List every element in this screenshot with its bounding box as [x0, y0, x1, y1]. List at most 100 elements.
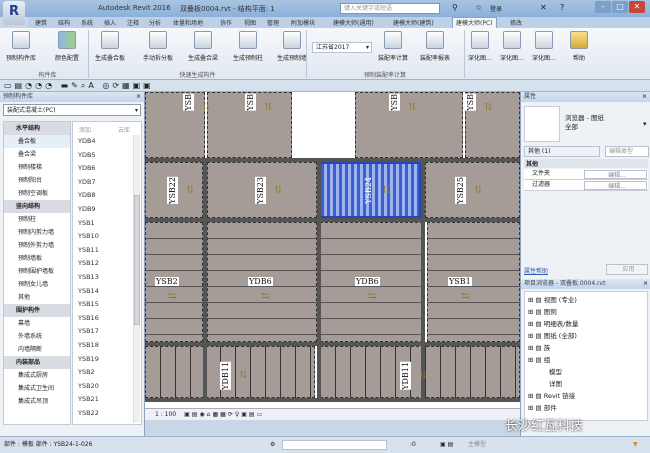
- tree-node[interactable]: ⊞ ▤ 族: [525, 342, 647, 354]
- tab-annotate[interactable]: 注释: [127, 18, 139, 27]
- list-item[interactable]: YSB1: [73, 217, 141, 231]
- properties-help-link[interactable]: 属性帮助: [524, 266, 548, 275]
- list-item[interactable]: YSB19: [73, 353, 141, 367]
- list-item[interactable]: YSB12: [73, 257, 141, 271]
- search-input[interactable]: 键入关键字或短语: [340, 3, 440, 14]
- list-item[interactable]: YSB14: [73, 285, 141, 299]
- category-item[interactable]: 集成式厨房: [4, 369, 70, 382]
- expand-icon[interactable]: ⊞ ▤: [528, 296, 544, 304]
- type-selector[interactable]: 浏览器 - 图纸 全部: [565, 114, 604, 132]
- tab-view[interactable]: 视图: [244, 18, 256, 27]
- minimize-button[interactable]: –: [595, 1, 611, 13]
- instance-filter[interactable]: 其他 (1): [524, 146, 600, 157]
- tree-node[interactable]: ⊞ ▤ 明细表/数量: [525, 318, 647, 330]
- category-item[interactable]: 预制外剪力墙: [4, 239, 70, 252]
- apply-button[interactable]: 应用: [606, 264, 648, 275]
- login-button[interactable]: 登录: [490, 4, 502, 13]
- category-item[interactable]: 预制墙板: [4, 252, 70, 265]
- category-item[interactable]: 内墙隔断: [4, 343, 70, 356]
- tab-manage[interactable]: 管理: [267, 18, 279, 27]
- close-button[interactable]: ✕: [629, 1, 645, 13]
- category-item[interactable]: 预制女儿墙: [4, 278, 70, 291]
- category-item[interactable]: 预制空调板: [4, 187, 70, 200]
- list-item[interactable]: YSB11: [73, 244, 141, 258]
- detail-drawing-button-1[interactable]: 深化图...: [468, 31, 492, 62]
- list-item[interactable]: YSB13: [73, 271, 141, 285]
- edit-button[interactable]: 编辑...: [584, 181, 647, 190]
- category-item[interactable]: 外墙系统: [4, 330, 70, 343]
- category-header[interactable]: 围护构件: [4, 304, 70, 317]
- tab-massing[interactable]: 体量和场地: [173, 18, 203, 27]
- category-item[interactable]: 叠合梁: [4, 148, 70, 161]
- category-item[interactable]: 叠合板: [4, 135, 70, 148]
- list-item[interactable]: YDB7: [73, 176, 141, 190]
- edit-button[interactable]: 编辑...: [584, 170, 647, 179]
- expand-icon[interactable]: ⊞ ▤: [528, 356, 544, 364]
- exchange-icon[interactable]: ✕: [540, 3, 547, 12]
- close-icon[interactable]: ×: [642, 92, 647, 102]
- assembly-rate-calc-button[interactable]: 装配率计算: [378, 31, 408, 62]
- list-item[interactable]: YSB15: [73, 298, 141, 312]
- category-item[interactable]: 预制内剪力墙: [4, 226, 70, 239]
- add-button[interactable]: 添加: [79, 125, 91, 134]
- tree-node[interactable]: ⊞ ▤ 部件: [525, 402, 647, 414]
- generate-wall-button[interactable]: 生成预制墙: [277, 31, 307, 62]
- generate-column-button[interactable]: 生成预制柱: [233, 31, 263, 62]
- slab-panel[interactable]: [427, 222, 520, 342]
- expand-icon[interactable]: ⊞ ▤: [528, 404, 544, 412]
- list-item[interactable]: YSB20: [73, 380, 141, 394]
- tab-bimaster-general[interactable]: 建模大师(通用): [333, 18, 374, 27]
- assembly-rate-report-button[interactable]: 装配率报表: [420, 31, 450, 62]
- maximize-button[interactable]: □: [612, 1, 628, 13]
- drawing-canvas[interactable]: YSB YSB YSB YSB YSB22 YSB23 YSB24 YSB25 YSB2 YDB6…: [145, 92, 520, 408]
- tree-node[interactable]: ⊞ ▤ 视图 (专业): [525, 294, 647, 306]
- category-item[interactable]: 幕墙: [4, 317, 70, 330]
- help-icon[interactable]: ?: [560, 3, 564, 12]
- cloud-library-button[interactable]: 云库: [118, 125, 130, 134]
- list-item[interactable]: YDB4: [73, 135, 141, 149]
- scroll-thumb[interactable]: [134, 195, 140, 325]
- expand-icon[interactable]: ⊞ ▤: [528, 320, 544, 328]
- split-slab-button[interactable]: 手动拆分板: [143, 31, 173, 62]
- tab-bimaster-arch[interactable]: 建模大师(建筑): [393, 18, 434, 27]
- tree-node[interactable]: ⊞ ▤ Revit 链接: [525, 390, 647, 402]
- tab-systems[interactable]: 系统: [81, 18, 93, 27]
- close-icon[interactable]: ×: [136, 92, 141, 102]
- list-scrollbar[interactable]: [133, 135, 140, 423]
- slab-panel[interactable]: [145, 92, 205, 158]
- category-item[interactable]: 预制阳台: [4, 174, 70, 187]
- expand-icon[interactable]: ⊞ ▤: [528, 344, 544, 352]
- category-header[interactable]: 水平结构: [4, 122, 70, 135]
- category-header[interactable]: 竖向结构: [4, 200, 70, 213]
- component-library-button[interactable]: 预制构件库: [6, 31, 36, 62]
- scale-label[interactable]: 1 : 100: [155, 411, 176, 418]
- chevron-down-icon[interactable]: ▾: [643, 120, 647, 128]
- tree-node[interactable]: ⊞ ▤ 组: [525, 354, 647, 366]
- list-item[interactable]: YSB10: [73, 230, 141, 244]
- list-item[interactable]: YSB16: [73, 312, 141, 326]
- category-item[interactable]: 预制围护墙板: [4, 265, 70, 278]
- tab-modify[interactable]: 修改: [510, 18, 522, 27]
- workset-select[interactable]: [282, 440, 387, 450]
- tab-architecture[interactable]: 建筑: [35, 18, 47, 27]
- list-item[interactable]: YSB21: [73, 393, 141, 407]
- tab-analyze[interactable]: 分析: [149, 18, 161, 27]
- tree-node[interactable]: ⊞ ▤ 图例: [525, 306, 647, 318]
- category-header[interactable]: 内装部品: [4, 356, 70, 369]
- expand-icon[interactable]: ⊞ ▤: [528, 308, 544, 316]
- tab-addins[interactable]: 附加模块: [291, 18, 315, 27]
- list-item[interactable]: YDB6: [73, 162, 141, 176]
- tab-structure[interactable]: 结构: [58, 18, 70, 27]
- tab-insert[interactable]: 插入: [104, 18, 116, 27]
- main-model-label[interactable]: 主模型: [468, 437, 486, 453]
- color-config-button[interactable]: 颜色配置: [55, 31, 79, 62]
- tab-collaborate[interactable]: 协作: [220, 18, 232, 27]
- list-item[interactable]: YDB5: [73, 149, 141, 163]
- list-item[interactable]: YDB9: [73, 203, 141, 217]
- type-select[interactable]: 装配式混凝土(PC) ▾: [3, 104, 141, 116]
- tree-node[interactable]: 模型: [525, 366, 647, 378]
- tree-node[interactable]: ⊞ ▤ 图纸 (全部): [525, 330, 647, 342]
- category-item[interactable]: 集成式吊顶: [4, 395, 70, 408]
- close-icon[interactable]: ×: [643, 279, 648, 289]
- expand-icon[interactable]: ⊞ ▤: [528, 332, 544, 340]
